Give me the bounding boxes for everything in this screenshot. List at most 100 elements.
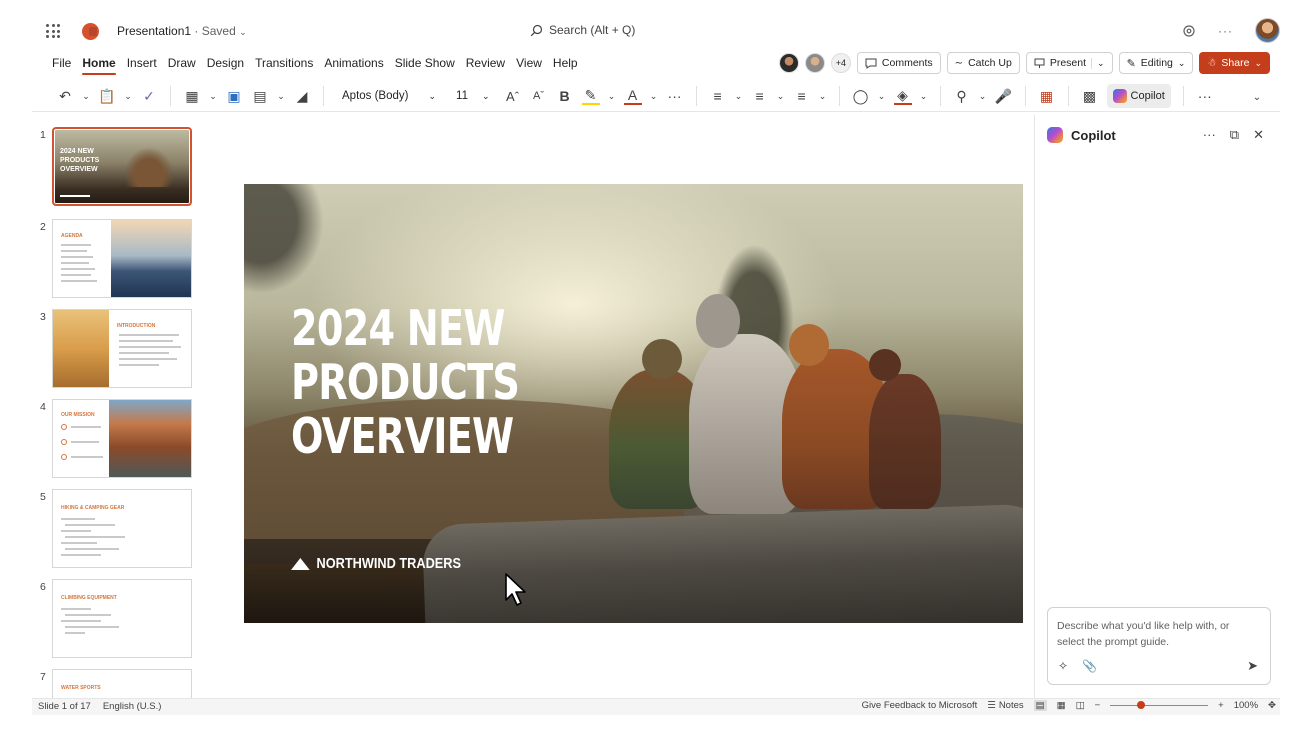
tab-home[interactable]: Home <box>82 56 117 75</box>
more-options-icon[interactable]: ··· <box>1218 24 1233 38</box>
chevron-down-icon[interactable]: ⌄ <box>878 87 886 105</box>
fit-to-window-icon[interactable]: ✥ <box>1268 700 1276 711</box>
comments-button[interactable]: Comments <box>856 52 941 74</box>
send-icon[interactable]: ➤ <box>1247 658 1258 674</box>
dictate-microphone-icon[interactable]: 🎤 <box>995 87 1013 105</box>
undo-icon[interactable]: ↶ <box>56 87 74 105</box>
zoom-slider[interactable] <box>1110 701 1209 709</box>
format-painter-icon[interactable]: ✓ <box>140 87 158 105</box>
more-collaborators-badge[interactable]: +4 <box>830 53 851 73</box>
tab-draw[interactable]: Draw <box>168 56 196 70</box>
shapes-icon[interactable]: ◯ <box>852 87 870 105</box>
more-font-options-icon[interactable]: ··· <box>666 87 684 105</box>
chevron-down-icon[interactable]: ⌄ <box>608 87 616 105</box>
increase-font-size-icon[interactable]: Aˆ <box>504 87 522 105</box>
attach-paperclip-icon[interactable]: 📎 <box>1082 658 1097 674</box>
chevron-down-icon[interactable]: ⌄ <box>920 87 928 105</box>
app-launcher-icon[interactable] <box>46 24 60 38</box>
highlight-icon[interactable]: ✎ <box>581 87 600 105</box>
thumb-title: HIKING & CAMPING GEAR <box>61 505 125 511</box>
chevron-down-icon[interactable]: ⌄ <box>277 87 285 105</box>
normal-view-icon[interactable]: ▤ <box>1033 700 1047 711</box>
slide-thumbnail[interactable]: 3 INTRODUCTION <box>40 309 192 388</box>
slide-thumbnail[interactable]: 4 OUR MISSION <box>40 399 192 478</box>
chevron-down-icon[interactable]: ⌄ <box>777 87 785 105</box>
tab-slide-show[interactable]: Slide Show <box>395 56 455 70</box>
slide-thumbnail[interactable]: 6 CLIMBING EQUIPMENT <box>40 579 192 658</box>
designer-icon[interactable]: ▦ <box>1038 87 1056 105</box>
slide-thumbnail[interactable]: 2 AGENDA <box>40 219 192 298</box>
slide-thumbnail-pane: 1 2024 NEW PRODUCTS OVERVIEW 2 AGENDA 3 … <box>32 115 212 698</box>
document-title[interactable]: Presentation1 · Saved ⌄ <box>117 24 247 38</box>
slide-thumbnail[interactable]: 5 HIKING & CAMPING GEAR <box>40 489 192 568</box>
search-box[interactable]: Search (Alt + Q) <box>530 23 635 37</box>
thumb-title: OUR MISSION <box>61 412 95 418</box>
chevron-down-icon[interactable]: ⌄ <box>124 87 132 105</box>
tab-help[interactable]: Help <box>553 56 578 70</box>
catch-up-button[interactable]: ∼ Catch Up <box>946 52 1020 74</box>
zoom-level[interactable]: 100% <box>1234 700 1258 711</box>
reading-view-icon[interactable]: ◫ <box>1076 700 1085 711</box>
add-ins-icon[interactable]: ▩ <box>1081 87 1099 105</box>
copilot-prompt-input[interactable]: Describe what you'd like help with, or s… <box>1047 607 1271 685</box>
more-options-icon[interactable]: ··· <box>1203 127 1216 143</box>
settings-icon[interactable] <box>1182 24 1196 38</box>
tab-insert[interactable]: Insert <box>127 56 157 70</box>
slide-sorter-icon[interactable]: ▦ <box>1057 700 1066 711</box>
language-indicator[interactable]: English (U.S.) <box>103 701 162 712</box>
chevron-down-icon[interactable]: ⌄ <box>650 87 658 105</box>
tab-animations[interactable]: Animations <box>324 56 383 70</box>
expand-ribbon-chevron-icon[interactable]: ⌄ <box>1248 88 1266 106</box>
chevron-down-icon[interactable]: ⌄ <box>979 87 987 105</box>
copilot-button[interactable]: Copilot <box>1106 84 1171 108</box>
zoom-in-icon[interactable]: + <box>1218 700 1224 711</box>
chevron-down-icon[interactable]: ⌄ <box>82 87 90 105</box>
share-button[interactable]: ☃ Share ⌄ <box>1199 52 1270 74</box>
user-avatar[interactable] <box>1255 18 1280 43</box>
tab-transitions[interactable]: Transitions <box>255 56 313 70</box>
feedback-link[interactable]: Give Feedback to Microsoft <box>862 700 978 711</box>
chevron-down-icon[interactable]: ⌄ <box>819 87 827 105</box>
font-name-dropdown[interactable]: Aptos (Body) ⌄ <box>336 84 442 108</box>
align-icon[interactable]: ≡ <box>793 87 811 105</box>
pop-out-icon[interactable]: ⧉ <box>1230 127 1239 143</box>
chevron-down-icon[interactable]: ⌄ <box>735 87 743 105</box>
mountain-logo-icon <box>291 557 310 570</box>
tab-design[interactable]: Design <box>207 56 244 70</box>
bullets-icon[interactable]: ≡ <box>709 87 727 105</box>
new-slide-icon[interactable]: ▦ <box>183 87 201 105</box>
notes-button[interactable]: ☰ Notes <box>987 700 1023 711</box>
chevron-down-icon[interactable]: ⌄ <box>1091 57 1105 69</box>
tab-view[interactable]: View <box>516 56 542 70</box>
menu-bar: File Home Insert Draw Design Transitions… <box>32 52 1280 76</box>
font-color-icon[interactable]: A <box>623 87 642 105</box>
font-size-dropdown[interactable]: 11 ⌄ <box>450 84 496 108</box>
editing-mode-button[interactable]: ✎ Editing ⌄ <box>1118 52 1194 74</box>
brand-name: NORTHWIND TRADERS <box>316 555 462 572</box>
present-button[interactable]: Present ⌄ <box>1025 52 1113 74</box>
zoom-out-icon[interactable]: − <box>1095 700 1101 711</box>
slide-thumbnail[interactable]: 7 WATER SPORTS <box>40 669 192 698</box>
numbering-icon[interactable]: ≡ <box>751 87 769 105</box>
slide-title[interactable]: 2024 NEW PRODUCTS OVERVIEW <box>291 302 520 464</box>
bold-icon[interactable]: B <box>556 87 574 105</box>
find-icon[interactable]: ⚲ <box>953 87 971 105</box>
reuse-slides-icon[interactable]: ▣ <box>225 87 243 105</box>
prompt-guide-sparkle-icon[interactable]: ✧ <box>1058 658 1068 674</box>
brand-logo[interactable]: NORTHWIND TRADERS <box>291 555 461 572</box>
more-commands-icon[interactable]: ··· <box>1196 87 1214 105</box>
collaborator-avatar[interactable] <box>804 53 825 73</box>
decrease-font-size-icon[interactable]: Aˇ <box>530 87 548 105</box>
layout-icon[interactable]: ▤ <box>251 87 269 105</box>
chevron-down-icon[interactable]: ⌄ <box>209 87 217 105</box>
paste-icon[interactable]: 📋 <box>98 87 116 105</box>
reset-slide-icon[interactable]: ◢ <box>293 87 311 105</box>
tab-review[interactable]: Review <box>466 56 505 70</box>
tab-file[interactable]: File <box>52 56 71 70</box>
slide-canvas[interactable]: 2024 NEW PRODUCTS OVERVIEW NORTHWIND TRA… <box>244 184 1023 623</box>
close-icon[interactable]: ✕ <box>1253 127 1264 143</box>
slide-thumbnail-image: 2024 NEW PRODUCTS OVERVIEW <box>52 127 192 206</box>
slide-thumbnail[interactable]: 1 2024 NEW PRODUCTS OVERVIEW <box>40 127 192 206</box>
collaborator-avatar[interactable] <box>778 53 799 73</box>
shape-fill-icon[interactable]: ◈ <box>893 87 912 105</box>
